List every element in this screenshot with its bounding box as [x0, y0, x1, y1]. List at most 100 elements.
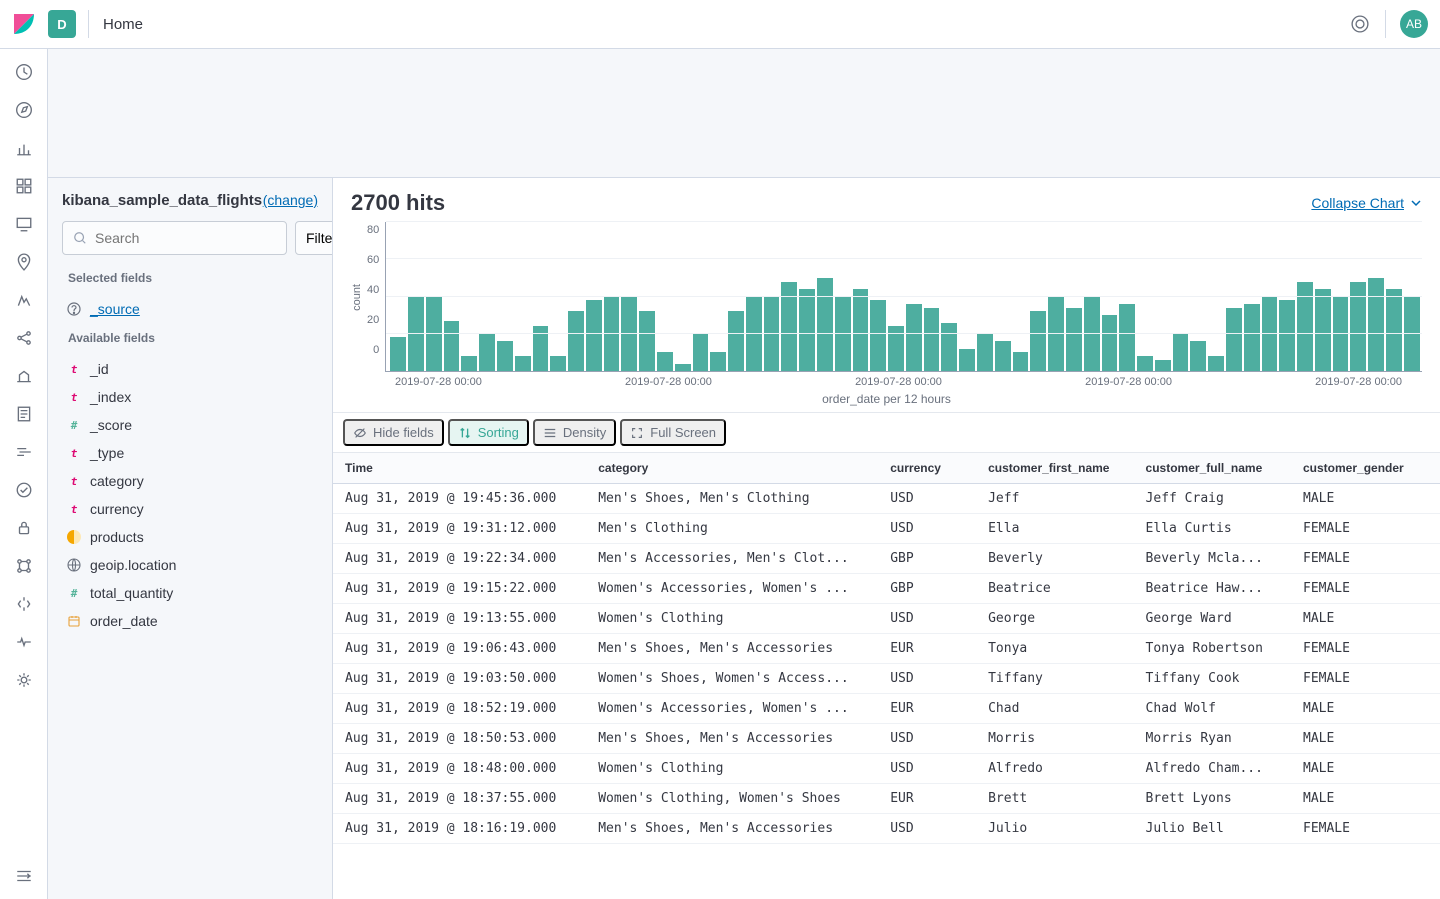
histogram-bar[interactable] [515, 356, 531, 371]
recent-icon[interactable] [15, 63, 33, 81]
table-row[interactable]: Aug 31, 2019 @ 18:50:53.000Men's Shoes, … [333, 724, 1440, 754]
histogram-bar[interactable] [995, 341, 1011, 371]
histogram-bar[interactable] [799, 289, 815, 371]
histogram-bar[interactable] [746, 297, 762, 372]
help-icon[interactable] [1351, 15, 1369, 33]
histogram-bar[interactable] [835, 297, 851, 372]
density-button[interactable]: Density [533, 419, 616, 446]
column-header[interactable]: Time [333, 453, 586, 484]
histogram-bar[interactable] [1208, 356, 1224, 371]
space-selector[interactable]: D [48, 10, 76, 38]
hide-fields-button[interactable]: Hide fields [343, 419, 444, 446]
full-screen-button[interactable]: Full Screen [620, 419, 726, 446]
field-item[interactable]: tcurrency [62, 495, 318, 523]
histogram-bar[interactable] [906, 304, 922, 371]
histogram-bar[interactable] [586, 300, 602, 371]
table-row[interactable]: Aug 31, 2019 @ 19:45:36.000Men's Shoes, … [333, 484, 1440, 514]
histogram-bar[interactable] [1368, 278, 1384, 371]
column-header[interactable]: category [586, 453, 878, 484]
breadcrumb[interactable]: Home [103, 16, 143, 33]
histogram-bar[interactable] [1066, 308, 1082, 371]
table-row[interactable]: Aug 31, 2019 @ 19:06:43.000Men's Shoes, … [333, 634, 1440, 664]
table-row[interactable]: Aug 31, 2019 @ 19:13:55.000Women's Cloth… [333, 604, 1440, 634]
histogram-bar[interactable] [941, 323, 957, 371]
user-avatar[interactable]: AB [1400, 10, 1428, 38]
histogram-bar[interactable] [461, 356, 477, 371]
table-row[interactable]: Aug 31, 2019 @ 18:16:19.000Men's Shoes, … [333, 814, 1440, 844]
histogram-bar[interactable] [639, 311, 655, 371]
histogram-bar[interactable] [764, 297, 780, 372]
histogram-bar[interactable] [693, 334, 709, 371]
management-icon[interactable] [15, 671, 33, 689]
column-header[interactable]: customer_full_name [1134, 453, 1291, 484]
histogram-bar[interactable] [568, 311, 584, 371]
table-row[interactable]: Aug 31, 2019 @ 18:48:00.000Women's Cloth… [333, 754, 1440, 784]
histogram-bar[interactable] [1155, 360, 1171, 371]
field-filter-button[interactable]: Filter [295, 221, 333, 255]
histogram-bar[interactable] [959, 349, 975, 371]
histogram-bar[interactable] [1279, 300, 1295, 371]
histogram-bar[interactable] [977, 334, 993, 371]
histogram-bar[interactable] [924, 308, 940, 371]
histogram-bar[interactable] [728, 311, 744, 371]
histogram-bar[interactable] [710, 352, 726, 371]
column-header[interactable]: customer_first_name [976, 453, 1133, 484]
histogram-bar[interactable] [1226, 308, 1242, 371]
table-row[interactable]: Aug 31, 2019 @ 19:31:12.000Men's Clothin… [333, 514, 1440, 544]
field-item[interactable]: t_type [62, 439, 318, 467]
field-item[interactable]: t_id [62, 355, 318, 383]
field-item[interactable]: products [62, 523, 318, 551]
field-item[interactable]: #_score [62, 411, 318, 439]
histogram-bar[interactable] [390, 337, 406, 371]
field-item[interactable]: #total_quantity [62, 579, 318, 607]
histogram-bar[interactable] [604, 297, 620, 372]
histogram-bar[interactable] [657, 352, 673, 371]
dashboard-icon[interactable] [15, 177, 33, 195]
table-row[interactable]: Aug 31, 2019 @ 19:15:22.000Women's Acces… [333, 574, 1440, 604]
field-search-input[interactable] [62, 221, 287, 255]
histogram-bar[interactable] [1315, 289, 1331, 371]
field-item[interactable]: geoip.location [62, 551, 318, 579]
monitoring-icon[interactable] [15, 633, 33, 651]
histogram-bar[interactable] [1119, 304, 1135, 371]
sorting-button[interactable]: Sorting [448, 419, 529, 446]
field-item-source[interactable]: _source [62, 295, 318, 323]
infra-icon[interactable] [15, 367, 33, 385]
histogram-bar[interactable] [550, 356, 566, 371]
maps-icon[interactable] [15, 253, 33, 271]
histogram-bar[interactable] [1244, 304, 1260, 371]
kibana-logo-icon[interactable] [12, 12, 36, 36]
table-row[interactable]: Aug 31, 2019 @ 18:37:55.000Women's Cloth… [333, 784, 1440, 814]
histogram-bar[interactable] [479, 334, 495, 371]
histogram-bar[interactable] [426, 297, 442, 372]
histogram-bar[interactable] [1190, 341, 1206, 371]
table-row[interactable]: Aug 31, 2019 @ 19:03:50.000Women's Shoes… [333, 664, 1440, 694]
histogram-bar[interactable] [1333, 297, 1349, 372]
security-icon[interactable] [15, 519, 33, 537]
histogram-bar[interactable] [1173, 334, 1189, 371]
table-row[interactable]: Aug 31, 2019 @ 19:22:34.000Men's Accesso… [333, 544, 1440, 574]
apm-icon[interactable] [15, 443, 33, 461]
uptime-icon[interactable] [15, 481, 33, 499]
collapse-nav-icon[interactable] [15, 867, 33, 885]
canvas-icon[interactable] [15, 215, 33, 233]
logs-icon[interactable] [15, 405, 33, 423]
graph-icon[interactable] [15, 329, 33, 347]
histogram-bar[interactable] [1048, 297, 1064, 372]
histogram-bar[interactable] [853, 289, 869, 371]
dev-tools-icon[interactable] [15, 595, 33, 613]
histogram-bar[interactable] [870, 300, 886, 371]
histogram-bar[interactable] [1404, 297, 1420, 372]
histogram-bar[interactable] [1030, 311, 1046, 371]
histogram-bar[interactable] [621, 297, 637, 372]
field-search-text[interactable] [95, 230, 276, 246]
histogram-bar[interactable] [408, 297, 424, 372]
field-item[interactable]: order_date [62, 607, 318, 635]
change-index-link[interactable]: (change) [263, 192, 318, 208]
histogram-bar[interactable] [675, 364, 691, 371]
visualize-icon[interactable] [15, 139, 33, 157]
histogram-bar[interactable] [1262, 297, 1278, 372]
data-table[interactable]: Timecategorycurrencycustomer_first_namec… [333, 453, 1440, 899]
field-item[interactable]: tcategory [62, 467, 318, 495]
histogram-bar[interactable] [817, 278, 833, 371]
